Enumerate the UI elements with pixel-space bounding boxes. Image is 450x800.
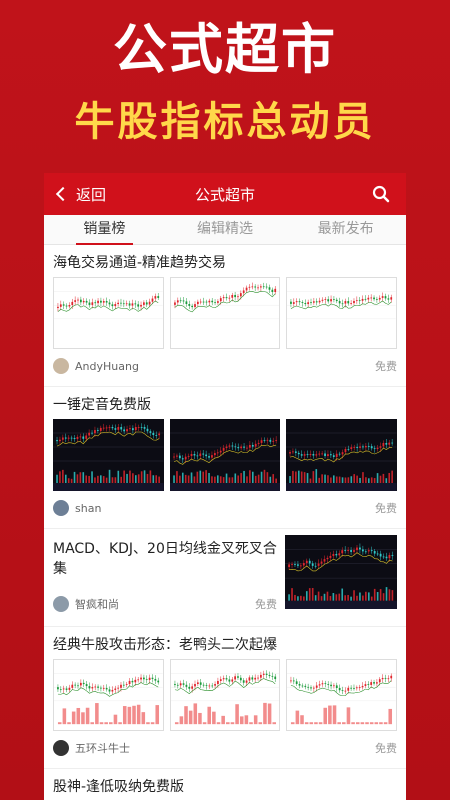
list-item[interactable]: MACD、KDJ、20日均线金叉死叉合集 智疯和尚 免费 — [44, 529, 406, 627]
tab-editor-picks[interactable]: 编辑精选 — [165, 215, 286, 244]
promo-title: 公式超市 — [113, 18, 337, 81]
chart-thumbnail — [286, 277, 398, 349]
chart-thumbnail — [53, 659, 164, 731]
item-title: 股神-逢低吸纳免费版 — [53, 779, 185, 795]
list-item[interactable]: 一锤定音免费版 shan 免费 — [44, 387, 406, 529]
item-title: 一锤定音免费版 — [53, 397, 151, 413]
avatar — [53, 358, 69, 374]
nav-bar: 返回 公式超市 — [44, 173, 406, 215]
back-label: 返回 — [76, 185, 107, 204]
avatar — [53, 596, 69, 612]
author-name: shan — [75, 501, 102, 515]
price-label: 免费 — [375, 502, 397, 515]
chart-thumbnail — [169, 659, 281, 731]
list-item[interactable]: 股神-逢低吸纳免费版 — [44, 769, 406, 800]
tab-bar: 销量榜 编辑精选 最新发布 — [44, 215, 406, 245]
avatar — [53, 740, 69, 756]
back-button[interactable]: 返回 — [54, 173, 106, 215]
author-name: 五环斗牛士 — [75, 742, 130, 755]
chart-thumbnail — [53, 419, 164, 491]
price-label: 免费 — [255, 598, 277, 611]
price-label: 免费 — [375, 742, 397, 755]
tab-latest[interactable]: 最新发布 — [285, 215, 406, 244]
search-icon[interactable] — [372, 185, 390, 203]
nav-title: 公式超市 — [194, 185, 255, 204]
chart-thumbnail — [285, 535, 397, 609]
tab-sales[interactable]: 销量榜 — [44, 215, 165, 245]
promo-subtitle: 牛股指标总动员 — [74, 99, 376, 145]
app-screen: 返回 公式超市 销量榜 编辑精选 最新发布 海龟交易通道-精准趋势交易 Andy… — [44, 173, 406, 800]
avatar — [53, 500, 69, 516]
list-item[interactable]: 海龟交易通道-精准趋势交易 AndyHuang 免费 — [44, 245, 406, 387]
chart-thumbnail — [53, 277, 164, 349]
item-title: MACD、KDJ、20日均线金叉死叉合集 — [53, 541, 277, 577]
chart-thumbnail — [169, 419, 281, 491]
item-title: 经典牛股攻击形态：老鸭头二次起爆 — [53, 637, 277, 653]
item-title: 海龟交易通道-精准趋势交易 — [53, 255, 227, 271]
author-name: 智疯和尚 — [75, 598, 119, 611]
chart-thumbnail — [169, 277, 281, 349]
price-label: 免费 — [375, 360, 397, 373]
chevron-left-icon — [55, 186, 71, 202]
chart-thumbnail — [286, 419, 398, 491]
chart-thumbnail — [286, 659, 398, 731]
author-name: AndyHuang — [75, 359, 139, 373]
list-item[interactable]: 经典牛股攻击形态：老鸭头二次起爆 五环斗牛士 免费 — [44, 627, 406, 769]
